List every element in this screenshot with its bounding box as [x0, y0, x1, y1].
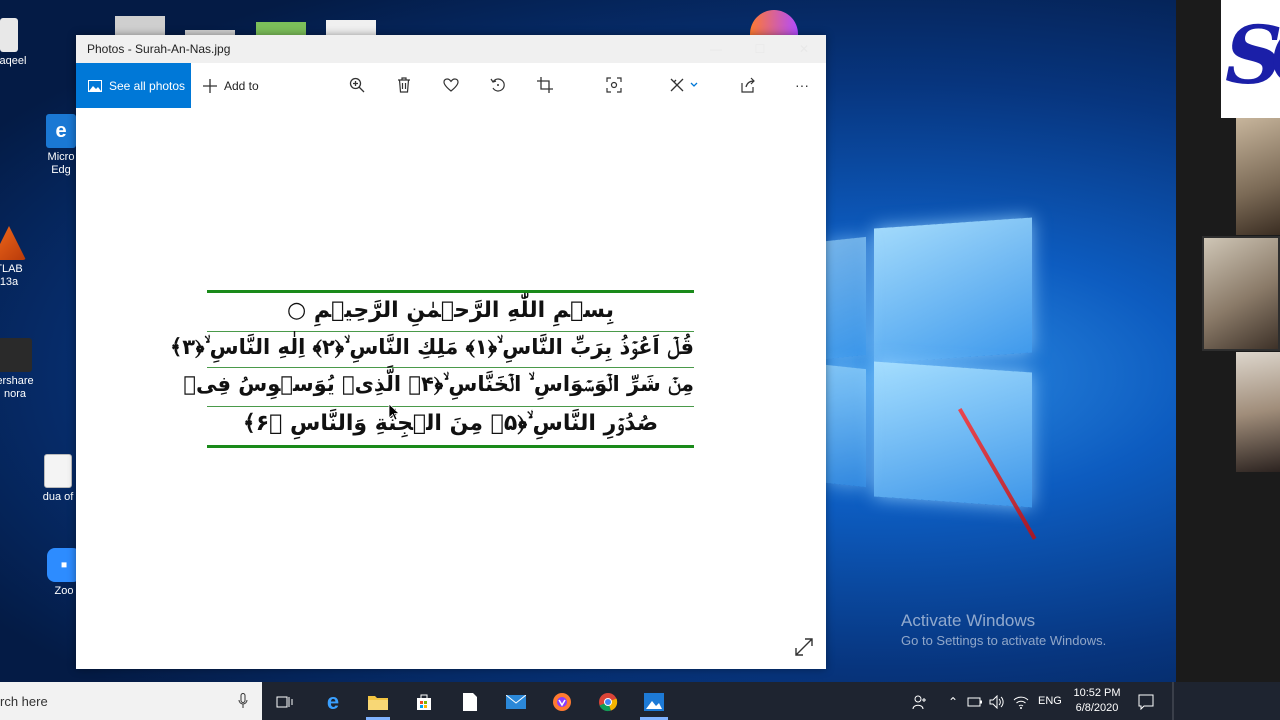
share-icon[interactable] [738, 75, 758, 95]
volume-icon[interactable] [986, 691, 1008, 713]
webcam-feed [1236, 118, 1280, 235]
activate-title: Activate Windows [901, 611, 1036, 630]
wifi-icon[interactable] [1010, 691, 1032, 713]
notepad-icon[interactable] [459, 691, 481, 713]
mouse-cursor-icon [388, 403, 400, 421]
see-all-label: See all photos [109, 78, 186, 93]
verse-line: بِسۡمِ اللّٰهِ الرَّحۡمٰنِ الرَّحِيۡمِ ○ [287, 298, 614, 323]
microphone-icon[interactable] [238, 693, 248, 709]
clock[interactable]: 10:52 PM 6/8/2020 [1070, 686, 1124, 716]
filmora-icon [0, 338, 32, 372]
store-icon[interactable] [413, 691, 435, 713]
windows-logo-wallpaper [826, 205, 1041, 520]
desktop-icon-partial[interactable] [256, 22, 306, 36]
delete-icon[interactable] [394, 75, 414, 95]
border-line [207, 445, 694, 448]
desktop-icon-aqeel[interactable]: aqeel [0, 18, 48, 68]
edit-create-icon[interactable] [668, 75, 702, 95]
desktop-icon-label: ershare nora [0, 375, 34, 400]
logo-text: SG [1225, 8, 1280, 102]
task-view-icon[interactable] [274, 691, 296, 713]
webcam-feed [1202, 236, 1280, 351]
battery-icon[interactable] [964, 691, 986, 713]
activate-subtitle: Go to Settings to activate Windows. [901, 633, 1107, 648]
desktop-icon-partial[interactable] [750, 10, 798, 36]
see-all-photos-button[interactable]: See all photos [76, 63, 191, 108]
activate-windows-watermark: Activate Windows Go to Settings to activ… [901, 611, 1106, 648]
vpn-app-icon[interactable] [551, 691, 573, 713]
chrome-icon[interactable] [597, 691, 619, 713]
channel-logo: SG [1221, 0, 1280, 118]
divider-line [207, 331, 694, 332]
title-bar[interactable]: Photos - Surah-An-Nas.jpg — ☐ ✕ [76, 35, 826, 63]
desktop-icon-partial[interactable] [326, 20, 376, 36]
folder-icon [0, 18, 18, 52]
surah-image: بِسۡمِ اللّٰهِ الرَّحۡمٰنِ الرَّحِيۡمِ ○… [169, 290, 694, 450]
maximize-button[interactable]: ☐ [738, 35, 782, 63]
border-line [207, 290, 694, 293]
people-icon[interactable] [909, 691, 931, 713]
rotate-icon[interactable] [488, 75, 508, 95]
verse-line: مِنۡ شَرِّ الۡوَسۡوَاسِ ۙ الۡخَنَّاسِ ۙ﴿… [183, 372, 694, 396]
matlab-icon [0, 226, 26, 260]
photos-window: Photos - Surah-An-Nas.jpg — ☐ ✕ See all … [76, 35, 826, 669]
photos-icon [88, 79, 102, 92]
mail-icon[interactable] [505, 691, 527, 713]
search-placeholder: rch here [0, 693, 48, 709]
favorite-heart-icon[interactable] [441, 75, 461, 95]
desktop-icon-matlab[interactable]: TLAB 13a [0, 226, 44, 289]
photos-taskbar-icon[interactable] [643, 691, 665, 713]
desktop-icon-label: TLAB 13a [0, 263, 23, 288]
clock-date: 6/8/2020 [1075, 702, 1119, 714]
language-indicator[interactable]: ENG [1038, 682, 1062, 720]
close-button[interactable]: ✕ [782, 35, 826, 63]
zoom-icon[interactable] [347, 75, 367, 95]
language-label: ENG [1038, 695, 1062, 707]
verse-line: قُلۡ اَعُوۡذُ بِرَبِّ النَّاسِ ۙ﴿۱﴾ مَلِ… [169, 335, 694, 359]
desktop-icon-label: aqeel [0, 55, 27, 67]
minimize-button[interactable]: — [694, 35, 738, 63]
toolbar: See all photos Add to ··· [76, 63, 826, 108]
file-explorer-icon[interactable] [367, 691, 389, 713]
taskbar-search-box[interactable]: rch here [0, 682, 262, 720]
desktop-icon-filmora[interactable]: ershare nora [0, 338, 50, 401]
add-to-label: Add to [224, 78, 259, 93]
more-options-icon[interactable]: ··· [792, 75, 812, 95]
desktop-icon-partial[interactable] [115, 16, 165, 36]
action-center-icon[interactable] [1135, 691, 1157, 713]
edge-icon: e [46, 114, 76, 148]
divider-line [207, 406, 694, 407]
window-title: Photos - Surah-An-Nas.jpg [87, 42, 231, 56]
chevron-up-icon[interactable]: ⌃ [942, 691, 964, 713]
plus-icon [203, 78, 217, 93]
divider-line [207, 367, 694, 368]
show-desktop-button[interactable] [1172, 682, 1174, 720]
crop-icon[interactable] [535, 75, 555, 95]
edge-taskbar-icon[interactable]: e [322, 689, 344, 714]
fullscreen-expand-icon[interactable] [794, 637, 814, 657]
webcam-feed [1236, 352, 1280, 472]
clock-time: 10:52 PM [1073, 687, 1121, 699]
add-to-button[interactable]: Add to [203, 78, 259, 93]
enhance-icon[interactable] [604, 75, 624, 95]
document-icon [44, 454, 72, 488]
verse-line: صُدُوۡرِ النَّاسِ ۙ﴿۵﴾ مِنَ الۡجِنَّةِ و… [242, 411, 659, 436]
